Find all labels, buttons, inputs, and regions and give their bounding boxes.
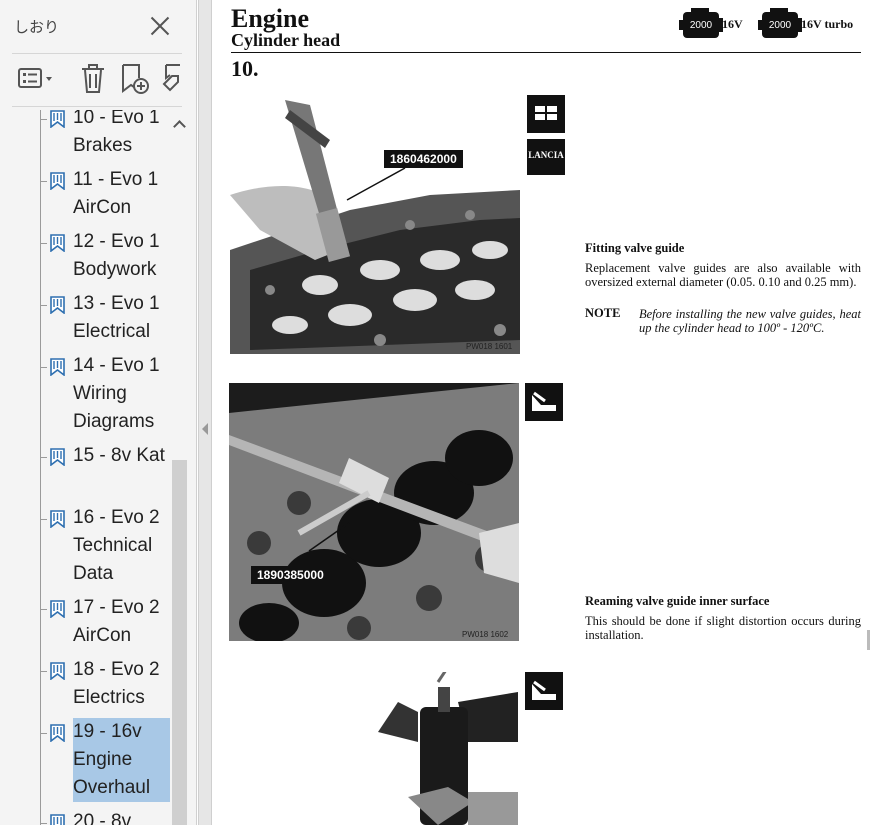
bookmark-icon — [50, 662, 65, 680]
bookmark-icon — [50, 510, 65, 528]
bookmark-label: 20 - 8v — [73, 811, 132, 825]
bookmark-label: 15 - 8v Kat — [73, 445, 165, 466]
tree-connector — [40, 609, 47, 610]
add-bookmark-icon — [122, 64, 149, 94]
bookmark-icon — [50, 600, 65, 618]
engine-icon: 2000 — [758, 8, 802, 38]
scrollbar[interactable] — [170, 110, 189, 825]
tree-connector — [40, 243, 47, 244]
bookmark-label: 18 - Evo 2 Electrics — [73, 659, 160, 708]
tree-connector — [40, 457, 47, 458]
bookmark-label: 19 - 16v Engine Overhaul — [73, 718, 170, 802]
options-icon — [18, 68, 52, 88]
scroll-up-icon[interactable] — [173, 120, 186, 133]
part-number-callout: 1890385000 — [251, 566, 330, 584]
tree-connector — [40, 367, 47, 368]
lancia-logo-icon: LANCIA — [527, 139, 565, 175]
document-page: Engine Cylinder head 10. 2000 16V 2000 1… — [213, 0, 875, 825]
bookmark-icon — [50, 814, 65, 825]
tree-connector — [40, 305, 47, 306]
bookmark-label: 11 - Evo 1 AirCon — [73, 169, 159, 218]
bookmark-label: 17 - Evo 2 AirCon — [73, 597, 160, 646]
close-icon[interactable] — [148, 14, 172, 38]
figure-valve-guide-photo: 1860462000 PW018 1601 — [230, 100, 520, 354]
bookmark-icon — [50, 358, 65, 376]
engine-label: 16V turbo — [801, 17, 854, 31]
figure-code: PW018 1601 — [466, 342, 513, 351]
bookmark-icon — [50, 448, 65, 466]
figure-reaming-photo: 1890385000 PW018 1602 — [229, 383, 519, 641]
bookmark-label: 10 - Evo 1 Brakes — [73, 110, 160, 156]
tree-connector — [40, 519, 47, 520]
section-body: This should be done if slight distortion… — [585, 614, 861, 642]
tree-connector — [40, 671, 47, 672]
section-title: Reaming valve guide inner surface — [585, 594, 770, 608]
section-title: Fitting valve guide — [585, 241, 685, 255]
bookmark-tree: 10 - Evo 1 Brakes 11 - Evo 1 AirCon 12 - E… — [0, 110, 170, 825]
part-number-callout: 1860462000 — [384, 150, 463, 168]
bookmark-icon — [50, 172, 65, 190]
bookmark-label: 13 - Evo 1 Electrical — [73, 293, 160, 342]
bookmark-icon — [50, 234, 65, 252]
header-rule — [231, 52, 861, 53]
tree-connector — [40, 110, 41, 825]
page-edge-marker — [867, 630, 870, 650]
bookmark-icon — [50, 110, 65, 128]
tag-bookmark-button[interactable] — [160, 62, 184, 96]
note-label: NOTE — [585, 306, 621, 320]
tree-connector — [40, 733, 47, 734]
bookmark-icon — [50, 296, 65, 314]
svg-text:2000: 2000 — [690, 20, 713, 31]
bookmark-label: 16 - Evo 2 Technical Data — [73, 507, 160, 584]
page-subtitle: Cylinder head — [231, 30, 341, 50]
divider — [12, 106, 182, 107]
tag-bookmark-icon — [162, 64, 180, 92]
note-text: Before installing the new valve guides, … — [639, 307, 861, 335]
bookmark-label: 12 - Evo 1 Bodywork — [73, 231, 160, 280]
tree-connector — [40, 823, 47, 824]
bookmark-icon — [50, 724, 65, 742]
collapse-arrow-icon[interactable] — [202, 423, 208, 435]
split-view-icon — [527, 95, 565, 133]
tree-connector — [40, 181, 47, 182]
delete-bookmark-button[interactable] — [80, 62, 106, 96]
svg-text:2000: 2000 — [769, 20, 792, 31]
panel-title: しおり — [14, 19, 60, 36]
trash-icon — [82, 64, 104, 93]
add-bookmark-button[interactable] — [120, 62, 152, 96]
panel-splitter[interactable] — [198, 0, 212, 825]
scroll-thumb[interactable] — [172, 460, 187, 825]
engine-badge: 2000 — [679, 8, 723, 42]
panel-header: しおり — [0, 0, 197, 52]
bookmarks-panel: しおり 10 - Evo 1 Brakes 11 - Evo 1 AirCon … — [0, 0, 197, 825]
figure-tool-photo — [378, 672, 518, 825]
engine-label: 16V — [722, 17, 743, 31]
bookmark-label: 14 - Evo 1 Wiring Diagrams — [73, 355, 160, 432]
tree-connector — [40, 119, 47, 120]
options-button[interactable] — [18, 62, 58, 96]
engine-badge: 2000 — [758, 8, 802, 42]
figure-code: PW018 1602 — [462, 630, 509, 639]
tool-procedure-icon — [525, 672, 563, 710]
section-number: 10. — [231, 56, 259, 81]
tool-procedure-icon — [525, 383, 563, 421]
section-body: Replacement valve guides are also availa… — [585, 261, 861, 289]
engine-icon: 2000 — [679, 8, 723, 38]
divider — [12, 53, 182, 54]
